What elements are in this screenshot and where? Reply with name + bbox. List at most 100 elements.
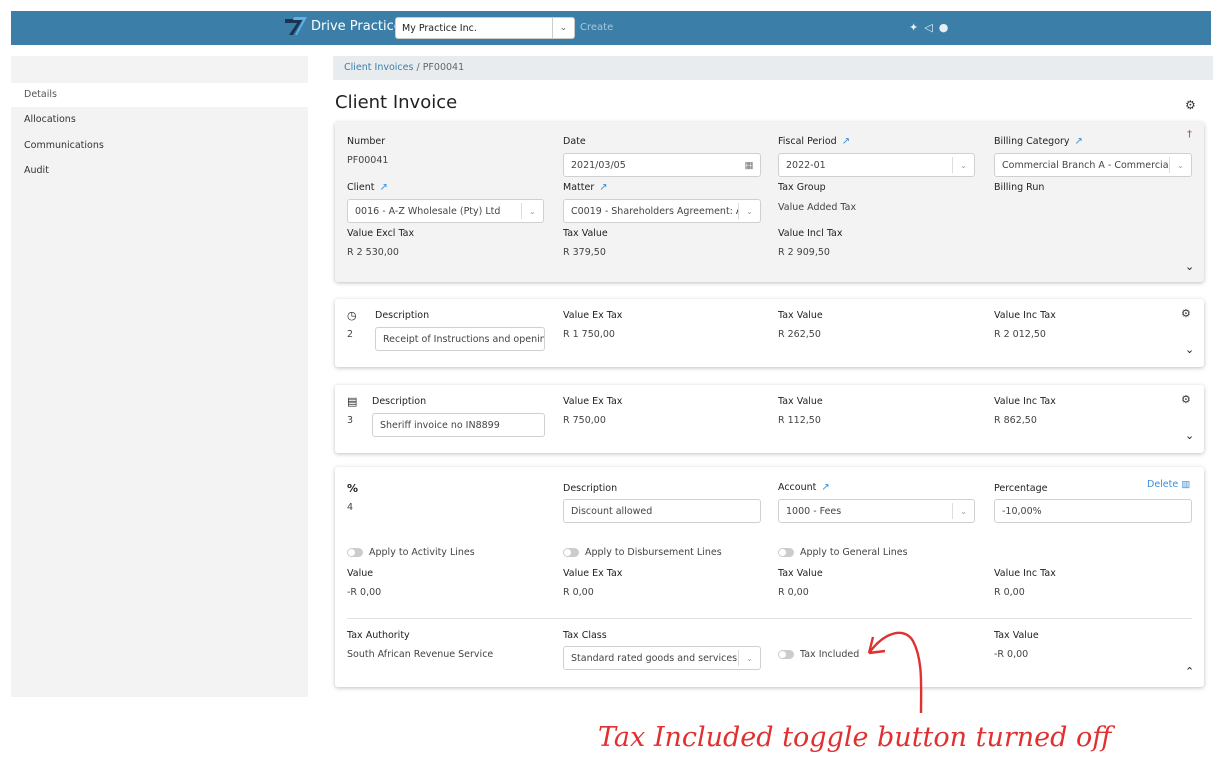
description-label: Description — [372, 396, 427, 407]
account-label: Account ↗ — [778, 482, 830, 493]
megaphone-icon[interactable]: ◁ — [924, 21, 932, 34]
description-label: Description — [375, 310, 430, 321]
date-label: Date — [563, 136, 586, 147]
toggle-switch[interactable] — [778, 650, 794, 659]
client-select[interactable]: 0016 - A-Z Wholesale (Pty) Ltd ⌄ — [347, 199, 544, 223]
chevron-up-icon[interactable]: ⌃ — [1185, 665, 1194, 678]
external-link-icon[interactable]: ↗ — [821, 482, 829, 493]
tax-value-value: -R 0,00 — [994, 649, 1029, 660]
number-label: Number — [347, 136, 386, 147]
value-inc-tax-value: R 0,00 — [994, 587, 1025, 598]
line-number: 3 — [347, 415, 354, 426]
tax-authority-value: South African Revenue Service — [347, 649, 494, 660]
magic-wand-icon[interactable]: ✦ — [909, 21, 918, 34]
percentage-input[interactable]: -10,00% — [994, 499, 1192, 523]
toggle-switch[interactable] — [347, 548, 363, 557]
percentage-value: -10,00% — [1002, 505, 1042, 517]
invoice-line-disbursement: ▤ 3 Description Sheriff invoice no IN889… — [335, 385, 1204, 453]
line-number: 4 — [347, 502, 354, 513]
value-incl-tax-label: Value Incl Tax — [778, 228, 843, 239]
matter-select[interactable]: C0019 - Shareholders Agreement: A... ⌄ — [563, 199, 761, 223]
value-value: -R 0,00 — [347, 587, 382, 598]
gear-icon[interactable]: ⚙ — [1181, 393, 1191, 406]
practice-select[interactable]: My Practice Inc. ⌄ — [395, 17, 575, 39]
document-icon: ▤ — [347, 395, 358, 408]
chevron-down-icon: ⌄ — [952, 503, 974, 519]
billing-category-label: Billing Category ↗ — [994, 136, 1083, 147]
value-ex-tax-value: R 750,00 — [563, 415, 606, 426]
tax-included-toggle[interactable]: Tax Included — [778, 649, 859, 660]
external-link-icon[interactable]: ↗ — [599, 182, 607, 193]
description-input[interactable]: Discount allowed — [563, 499, 761, 523]
account-select[interactable]: 1000 - Fees ⌄ — [778, 499, 975, 523]
description-input[interactable]: Receipt of Instructions and opening — [375, 327, 545, 351]
sidebar-item-audit[interactable]: Audit — [11, 159, 308, 183]
logo-icon — [285, 17, 307, 35]
gear-icon[interactable]: ⚙ — [1185, 98, 1196, 112]
chevron-down-icon: ⌄ — [952, 157, 974, 173]
sidebar-item-details[interactable]: Details — [11, 83, 308, 107]
line-number: 2 — [347, 329, 354, 340]
annotation-text: Tax Included toggle button turned off — [598, 722, 1112, 753]
percent-icon: % — [347, 482, 359, 495]
sidebar-item-communications[interactable]: Communications — [11, 134, 308, 158]
description-input[interactable]: Sheriff invoice no IN8899 — [372, 413, 545, 437]
pin-icon[interactable]: † — [1187, 129, 1192, 140]
description-value: Receipt of Instructions and opening — [383, 333, 544, 345]
tax-authority-label: Tax Authority — [347, 630, 410, 641]
chevron-down-icon[interactable]: ⌄ — [1185, 260, 1194, 273]
chevron-down-icon[interactable]: ⌄ — [1185, 429, 1194, 442]
apply-disbursement-toggle[interactable]: Apply to Disbursement Lines — [563, 547, 722, 558]
chevron-down-icon[interactable]: ⌄ — [1185, 343, 1194, 356]
delete-button[interactable]: Delete ▥ — [1147, 479, 1190, 490]
external-link-icon[interactable]: ↗ — [842, 136, 850, 147]
value-ex-tax-value: R 0,00 — [563, 587, 594, 598]
tax-value-label: Tax Value — [994, 630, 1039, 641]
invoice-header-card: Number PF00041 Date 2021/03/05 ▦ Fiscal … — [335, 122, 1204, 282]
value-excl-tax-value: R 2 530,00 — [347, 247, 399, 258]
apply-general-toggle[interactable]: Apply to General Lines — [778, 547, 908, 558]
tax-class-label: Tax Class — [563, 630, 607, 641]
tax-class-select[interactable]: Standard rated goods and services -... ⌄ — [563, 646, 761, 670]
fiscal-period-label: Fiscal Period ↗ — [778, 136, 851, 147]
sidebar-item-allocations[interactable]: Allocations — [11, 108, 308, 132]
toggle-switch[interactable] — [778, 548, 794, 557]
create-link[interactable]: Create — [580, 22, 613, 33]
practice-select-value: My Practice Inc. — [402, 22, 477, 34]
value-incl-tax-value: R 2 909,50 — [778, 247, 830, 258]
toggle-switch[interactable] — [563, 548, 579, 557]
matter-label: Matter ↗ — [563, 182, 608, 193]
date-field-value: 2021/03/05 — [571, 159, 626, 171]
annotation-arrow — [867, 631, 923, 714]
chevron-down-icon: ⌄ — [521, 203, 543, 219]
tax-value-value: R 0,00 — [778, 587, 809, 598]
date-field[interactable]: 2021/03/05 ▦ — [563, 153, 761, 177]
calendar-icon[interactable]: ▦ — [738, 160, 760, 171]
breadcrumb-client-invoices[interactable]: Client Invoices — [344, 62, 413, 73]
description-label: Description — [563, 483, 618, 494]
tax-value-label: Tax Value — [778, 310, 823, 321]
client-value: 0016 - A-Z Wholesale (Pty) Ltd — [355, 205, 501, 217]
tax-value-value: R 379,50 — [563, 247, 606, 258]
value-ex-tax-label: Value Ex Tax — [563, 310, 623, 321]
gear-icon[interactable]: ⚙ — [1181, 307, 1191, 320]
apply-activity-toggle[interactable]: Apply to Activity Lines — [347, 547, 475, 558]
value-ex-tax-label: Value Ex Tax — [563, 568, 623, 579]
external-link-icon[interactable]: ↗ — [380, 182, 388, 193]
billing-run-label: Billing Run — [994, 182, 1045, 193]
app-name: Drive Practice — [311, 18, 402, 34]
external-link-icon[interactable]: ↗ — [1075, 136, 1083, 147]
app-logo[interactable]: Drive Practice — [285, 17, 402, 35]
page-title: Client Invoice — [335, 92, 458, 113]
value-ex-tax-value: R 1 750,00 — [563, 329, 615, 340]
user-icon[interactable]: ● — [939, 21, 949, 34]
clock-icon: ◷ — [347, 309, 357, 322]
percentage-label: Percentage — [994, 483, 1048, 494]
value-inc-tax-label: Value Inc Tax — [994, 568, 1056, 579]
top-navbar: Drive Practice My Practice Inc. ⌄ Create… — [11, 11, 1211, 45]
value-excl-tax-label: Value Excl Tax — [347, 228, 415, 239]
breadcrumb: Client Invoices / PF00041 — [333, 56, 1213, 80]
chevron-down-icon[interactable]: ⌄ — [552, 18, 574, 38]
billing-category-select[interactable]: Commercial Branch A - Commercial ... ⌄ — [994, 153, 1192, 177]
fiscal-period-select[interactable]: 2022-01 ⌄ — [778, 153, 975, 177]
